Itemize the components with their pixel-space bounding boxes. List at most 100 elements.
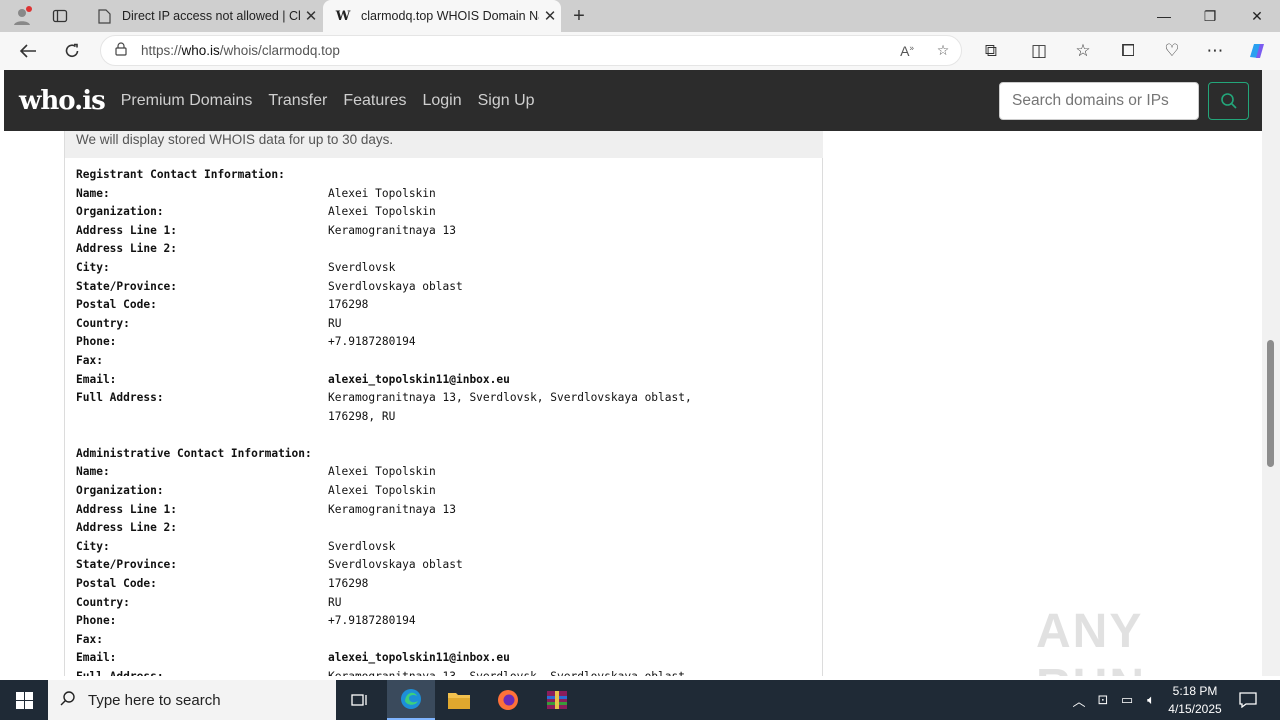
whois-row: Organization: Alexei Topolskin (76, 203, 816, 222)
whois-field-label: Address Line 2: (76, 242, 178, 256)
new-tab-icon[interactable]: + (567, 4, 591, 28)
whois-field-label: Email: (76, 372, 117, 386)
windows-start-icon[interactable] (0, 680, 48, 720)
whois-row: State/Province: Sverdlovskaya oblast (76, 278, 816, 297)
clock-time: 5:18 PM (1172, 684, 1218, 698)
whois-field-label: State/Province: (76, 279, 178, 293)
stored-data-notice: We will display stored WHOIS data for up… (65, 131, 823, 158)
whois-field-value: RU (328, 316, 342, 330)
taskbar-clock[interactable]: 5:18 PM 4/15/2025 (1160, 682, 1230, 718)
menu-login[interactable]: Login (422, 92, 461, 110)
tab-whois[interactable]: W clarmodq.top WHOIS Domain Na ✕ (323, 0, 561, 32)
whois-field-value: +7.9187280194 (328, 614, 416, 628)
tab-title: clarmodq.top WHOIS Domain Na (361, 9, 539, 23)
menu-sign-up[interactable]: Sign Up (478, 92, 535, 110)
site-logo[interactable]: who.is (19, 86, 106, 116)
whois-row: Phone: +7.9187280194 (76, 333, 816, 352)
main-menu: Premium Domains Transfer Features Login … (121, 92, 551, 110)
whois-field-label: Phone: (76, 335, 117, 349)
whois-field-value: RU (328, 595, 342, 609)
site-search (999, 82, 1249, 120)
favorite-star-icon[interactable]: ☆ (925, 42, 961, 59)
whois-row: Fax: (76, 631, 816, 650)
site-header: who.is Premium Domains Transfer Features… (4, 70, 1262, 131)
firefox-icon[interactable] (484, 680, 532, 720)
more-menu-icon[interactable]: ⋯ (1201, 38, 1229, 64)
whois-field-value: Alexei Topolskin (328, 484, 436, 497)
whois-field-value (328, 352, 816, 371)
whois-row: Full Address: Keramogranitnaya 13, Sverdl… (76, 389, 816, 408)
restore-icon[interactable]: ❐ (1187, 0, 1233, 32)
whois-field-value: alexei_topolskin11@inbox.eu (328, 372, 510, 386)
favorites-icon[interactable]: ☆ (1069, 38, 1097, 64)
search-icon (1220, 93, 1237, 109)
scrollbar-thumb[interactable] (1267, 340, 1274, 467)
tab-direct-ip[interactable]: Direct IP access not allowed | Clo ✕ (84, 0, 322, 32)
tab-actions-icon[interactable] (48, 4, 72, 28)
profile-icon[interactable] (10, 4, 34, 28)
task-view-icon[interactable] (336, 680, 384, 720)
whois-field-value: Keramogranitnaya 13 (328, 223, 456, 237)
whois-row: Country: RU (76, 594, 816, 613)
whois-field-label: Full Address: (76, 668, 328, 676)
whois-row: Postal Code: 176298 (76, 296, 816, 315)
whois-field-value: Sverdlovskaya oblast (328, 558, 463, 572)
taskbar-search[interactable]: Type here to search (48, 680, 336, 720)
refresh-icon[interactable] (58, 38, 86, 64)
close-window-icon[interactable]: ✕ (1234, 0, 1280, 32)
whois-row: Email: alexei_topolskin11@inbox.eu (76, 371, 816, 390)
volume-icon[interactable]: 🔈︎ (1140, 680, 1162, 720)
whois-field-label: Postal Code: (76, 576, 157, 590)
extensions-icon[interactable]: ⧉ (977, 38, 1005, 64)
whois-field-value (328, 240, 816, 259)
whois-field-value: Sverdlovsk (328, 539, 396, 553)
whois-field-label: Address Line 2: (76, 521, 178, 535)
network-icon[interactable]: ▭ (1116, 680, 1138, 720)
whois-row: Postal Code: 176298 (76, 575, 816, 594)
whois-field-value: Keramogranitnaya 13, Sverdlovsk, Sverdlo… (328, 668, 816, 676)
copilot-icon[interactable] (1243, 38, 1271, 64)
whois-field-value (328, 519, 816, 538)
whois-field-label: Organization: (76, 484, 164, 497)
whois-panel: We will display stored WHOIS data for up… (64, 131, 823, 676)
close-tab-icon[interactable]: ✕ (539, 7, 561, 25)
page-scrollbar[interactable] (1262, 70, 1280, 676)
edge-app-icon[interactable] (387, 680, 435, 720)
url-field[interactable]: https://who.is/whois/clarmodq.top A» ☆ (100, 35, 962, 66)
whois-field-value: Keramogranitnaya 13, Sverdlovsk, Sverdlo… (328, 391, 692, 405)
clock-date: 4/15/2025 (1168, 702, 1222, 716)
tray-device-icon[interactable]: ⊡ (1092, 680, 1114, 720)
lock-icon[interactable] (101, 42, 141, 59)
menu-transfer[interactable]: Transfer (268, 92, 327, 110)
menu-premium-domains[interactable]: Premium Domains (121, 92, 253, 110)
file-explorer-icon[interactable] (435, 680, 483, 720)
whois-field-label: State/Province: (76, 558, 178, 572)
back-icon[interactable] (14, 38, 42, 64)
split-screen-icon[interactable]: ◫ (1025, 38, 1053, 64)
winrar-icon[interactable] (533, 680, 581, 720)
whois-field-label: Country: (76, 595, 130, 609)
whois-field-value: Alexei Topolskin (328, 205, 436, 219)
whois-record: Registrant Contact Information: Name: Ale… (76, 166, 816, 676)
taskbar-search-placeholder: Type here to search (88, 691, 221, 709)
browser-essentials-icon[interactable]: ♡ (1158, 38, 1186, 64)
taskbar: Type here to search ︿ ⊡ ▭ 🔈︎ 5:18 PM 4/1… (0, 680, 1280, 720)
url-text: https://who.is/whois/clarmodq.top (141, 43, 340, 58)
menu-features[interactable]: Features (343, 92, 406, 110)
whois-row: Address Line 1: Keramogranitnaya 13 (76, 222, 816, 241)
collections-icon[interactable]: ⧠ (1114, 38, 1142, 64)
tray-chevron-icon[interactable]: ︿ (1068, 680, 1090, 720)
search-input[interactable] (999, 82, 1199, 120)
search-button[interactable] (1208, 82, 1249, 120)
whois-row: Address Line 2: (76, 519, 816, 538)
whois-field-label: City: (76, 260, 110, 274)
read-aloud-icon[interactable]: A» (889, 43, 925, 59)
whois-field-label: City: (76, 539, 110, 553)
notifications-icon[interactable] (1236, 680, 1260, 720)
whois-field-value: Sverdlovsk (328, 260, 396, 274)
whois-row: Organization: Alexei Topolskin (76, 482, 816, 501)
whois-field-label: Address Line 1: (76, 223, 178, 237)
minimize-icon[interactable]: — (1141, 0, 1187, 32)
whois-row: Name: Alexei Topolskin (76, 463, 816, 482)
close-tab-icon[interactable]: ✕ (300, 7, 322, 25)
